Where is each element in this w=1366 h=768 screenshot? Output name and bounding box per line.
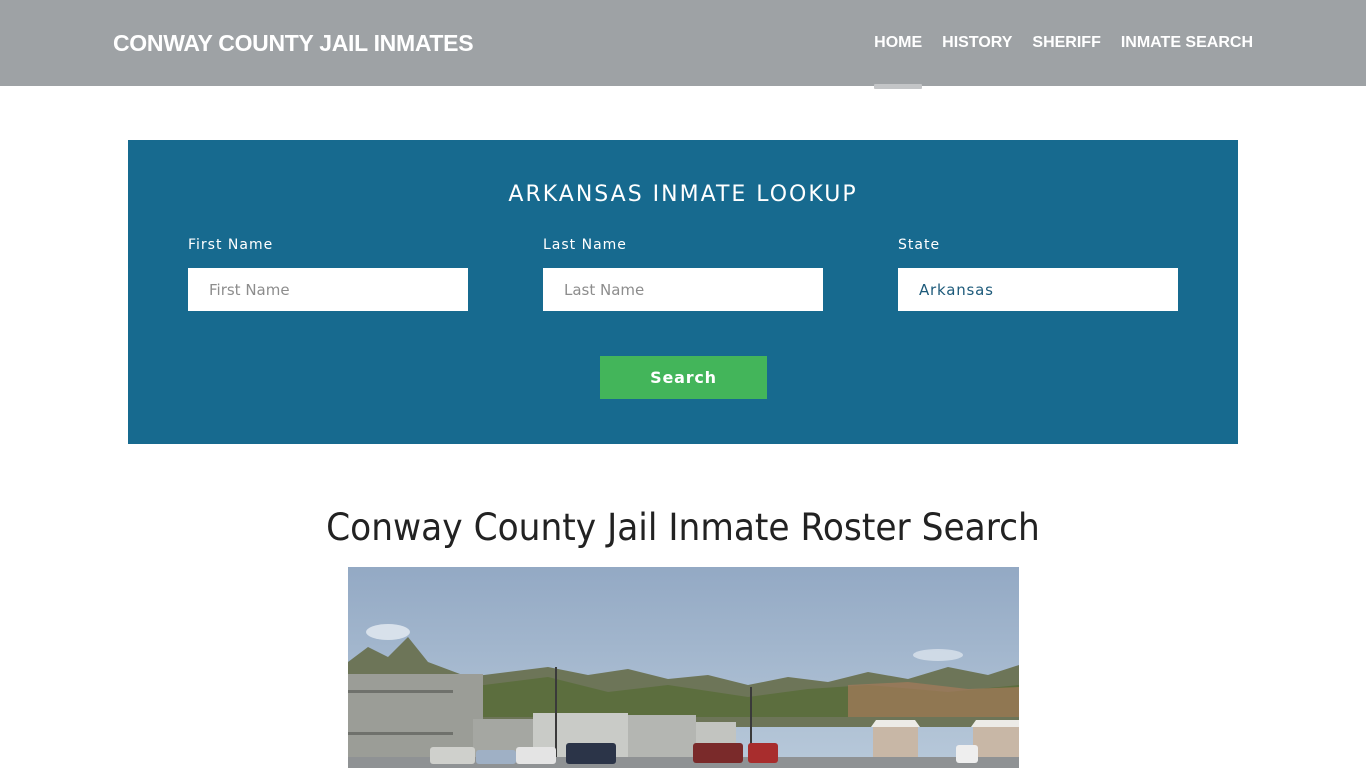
state-input[interactable] — [898, 268, 1178, 311]
jail-photo-illustration — [348, 567, 1019, 768]
state-label: State — [898, 237, 941, 253]
first-name-group: First Name — [188, 237, 468, 311]
search-button[interactable]: Search — [600, 356, 767, 399]
page-title: Conway County Jail Inmate Roster Search — [326, 506, 1040, 549]
first-name-label: First Name — [188, 237, 274, 253]
main-nav: HOME HISTORY SHERIFF INMATE SEARCH — [854, 33, 1253, 89]
nav-inmate-search[interactable]: INMATE SEARCH — [1121, 33, 1253, 53]
navbar: CONWAY COUNTY JAIL INMATES HOME HISTORY … — [0, 0, 1366, 89]
nav-sheriff[interactable]: SHERIFF — [1032, 33, 1100, 53]
last-name-group: Last Name — [543, 237, 823, 311]
first-name-input[interactable] — [188, 268, 468, 311]
last-name-input[interactable] — [543, 268, 823, 311]
brand-logo-link[interactable]: CONWAY COUNTY JAIL INMATES — [113, 30, 474, 57]
inmate-lookup-form: ARKANSAS INMATE LOOKUP First Name Last N… — [128, 140, 1238, 444]
jail-building-photo — [348, 567, 1019, 768]
lookup-title: ARKANSAS INMATE LOOKUP — [508, 182, 858, 207]
nav-home[interactable]: HOME — [874, 33, 923, 89]
state-group: State — [898, 237, 1178, 311]
nav-history[interactable]: HISTORY — [942, 33, 1012, 53]
last-name-label: Last Name — [543, 237, 627, 253]
